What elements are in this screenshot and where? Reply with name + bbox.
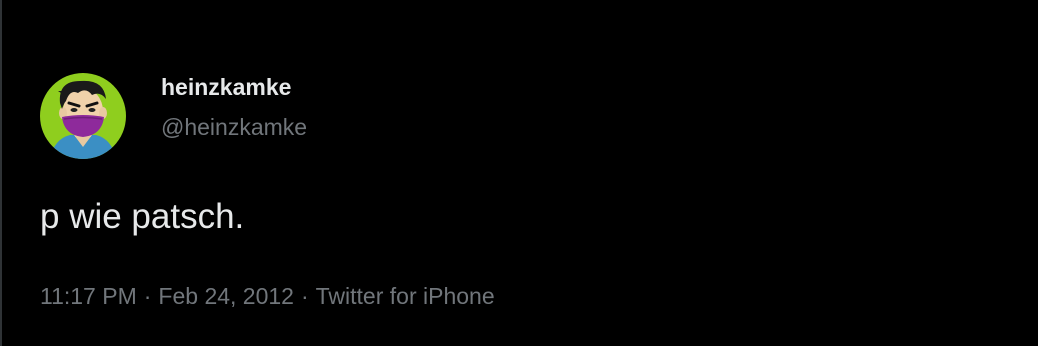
- tweet-card: heinzkamke @heinzkamke p wie patsch. 11:…: [0, 0, 1038, 346]
- tweet-meta: 11:17 PM · Feb 24, 2012 · Twitter for iPhone: [40, 283, 495, 310]
- tweet-text: p wie patsch.: [40, 197, 245, 236]
- author-handle[interactable]: @heinzkamke: [161, 114, 307, 141]
- avatar[interactable]: [40, 73, 126, 159]
- tweet-source-link[interactable]: Twitter for iPhone: [316, 283, 495, 309]
- tweet-time[interactable]: 11:17 PM: [40, 283, 137, 309]
- avatar-icon: [40, 73, 126, 159]
- author-display-name[interactable]: heinzkamke: [161, 74, 291, 101]
- meta-separator: ·: [300, 283, 309, 309]
- meta-separator: ·: [143, 283, 152, 309]
- tweet-date[interactable]: Feb 24, 2012: [158, 283, 294, 309]
